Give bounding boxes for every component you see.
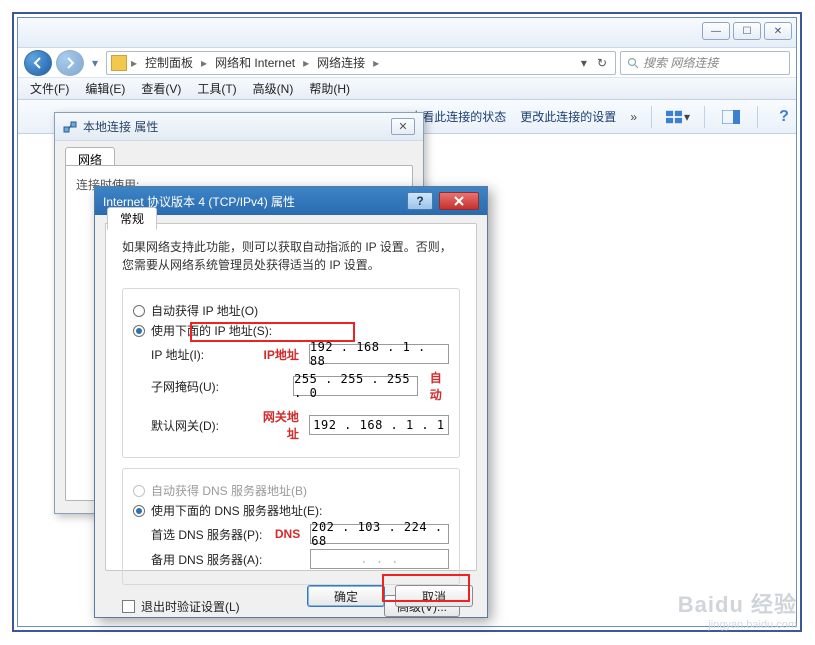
dns-alternate-input[interactable]: . . .	[310, 549, 449, 569]
dialog-title: 本地连接 属性	[83, 118, 158, 135]
dialog-close-button[interactable]: ✕	[391, 118, 415, 135]
dns-preferred-input[interactable]: 202 . 103 . 224 . 68	[310, 524, 449, 544]
toolbar-view-status[interactable]: 查看此连接的状态	[410, 108, 506, 125]
refresh-icon[interactable]: ↻	[593, 56, 611, 70]
annotation-dns: DNS	[273, 527, 300, 541]
menu-edit[interactable]: 编辑(E)	[79, 78, 131, 99]
annotation-ip: IP地址	[258, 346, 299, 363]
preview-pane-icon[interactable]	[719, 105, 743, 129]
dns-group: 自动获得 DNS 服务器地址(B) 使用下面的 DNS 服务器地址(E): 首选…	[122, 468, 460, 585]
ipv4-close-button[interactable]	[439, 192, 479, 210]
view-mode-icon[interactable]: ▾	[666, 105, 690, 129]
menu-file[interactable]: 文件(F)	[24, 78, 75, 99]
menu-view[interactable]: 查看(V)	[135, 78, 187, 99]
tab-general[interactable]: 常规	[107, 207, 157, 230]
menu-tools[interactable]: 工具(T)	[191, 78, 242, 99]
ipv4-properties-dialog: Internet 协议版本 4 (TCP/IPv4) 属性 ? 常规 如果网络支…	[94, 186, 488, 618]
breadcrumb-dropdown[interactable]: ▾	[577, 56, 591, 70]
annotation-gateway: 网关地址	[258, 408, 299, 442]
minimize-button[interactable]: —	[702, 22, 730, 40]
annotation-auto: 自动	[430, 369, 449, 403]
maximize-button[interactable]: ☐	[733, 22, 761, 40]
history-dropdown[interactable]: ▾	[88, 50, 102, 76]
breadcrumb-item[interactable]: 网络和 Internet	[209, 52, 301, 74]
toolbar-change-settings[interactable]: 更改此连接的设置	[520, 108, 616, 125]
radio-auto-ip[interactable]: 自动获得 IP 地址(O)	[133, 302, 449, 319]
search-placeholder: 搜索 网络连接	[643, 54, 718, 71]
gateway-label: 默认网关(D):	[151, 417, 250, 434]
connection-icon	[63, 120, 77, 134]
mask-label: 子网掩码(U):	[151, 378, 239, 395]
dns-alt-label: 备用 DNS 服务器(A):	[151, 551, 265, 568]
dns-pref-label: 首选 DNS 服务器(P):	[151, 526, 265, 543]
ipv4-description: 如果网络支持此功能，则可以获取自动指派的 IP 设置。否则，您需要从网络系统管理…	[122, 238, 460, 274]
ip-group: 自动获得 IP 地址(O) 使用下面的 IP 地址(S): IP 地址(I): …	[122, 288, 460, 458]
search-icon	[627, 57, 639, 69]
close-button[interactable]: ✕	[764, 22, 792, 40]
validate-checkbox[interactable]: 退出时验证设置(L)	[122, 598, 240, 615]
folder-icon	[111, 55, 127, 71]
forward-button[interactable]	[56, 50, 84, 76]
search-input[interactable]: 搜索 网络连接	[620, 51, 790, 75]
radio-manual-ip[interactable]: 使用下面的 IP 地址(S):	[133, 322, 449, 339]
radio-auto-dns: 自动获得 DNS 服务器地址(B)	[133, 482, 449, 499]
ok-button[interactable]: 确定	[307, 585, 385, 607]
help-icon[interactable]: ?	[772, 105, 796, 129]
ip-address-input[interactable]: 192 . 168 . 1 . 88	[309, 344, 449, 364]
subnet-mask-input[interactable]: 255 . 255 . 255 . 0	[293, 376, 418, 396]
breadcrumb-item[interactable]: 控制面板	[139, 52, 199, 74]
menu-advanced[interactable]: 高级(N)	[247, 78, 300, 99]
ipv4-help-button[interactable]: ?	[407, 192, 433, 210]
watermark: Baidu 经验 jingyan.baidu.com	[678, 587, 797, 631]
gateway-input[interactable]: 192 . 168 . 1 . 1	[309, 415, 449, 435]
menu-bar: 文件(F) 编辑(E) 查看(V) 工具(T) 高级(N) 帮助(H)	[18, 78, 796, 100]
back-button[interactable]	[24, 50, 52, 76]
menu-help[interactable]: 帮助(H)	[303, 78, 356, 99]
cancel-button[interactable]: 取消	[395, 585, 473, 607]
radio-manual-dns[interactable]: 使用下面的 DNS 服务器地址(E):	[133, 502, 449, 519]
titlebar: — ☐ ✕	[18, 18, 796, 48]
ip-label: IP 地址(I):	[151, 346, 250, 363]
breadcrumb-item[interactable]: 网络连接	[311, 52, 371, 74]
breadcrumb[interactable]: ▸ 控制面板 ▸ 网络和 Internet ▸ 网络连接 ▸ ▾ ↻	[106, 51, 616, 75]
